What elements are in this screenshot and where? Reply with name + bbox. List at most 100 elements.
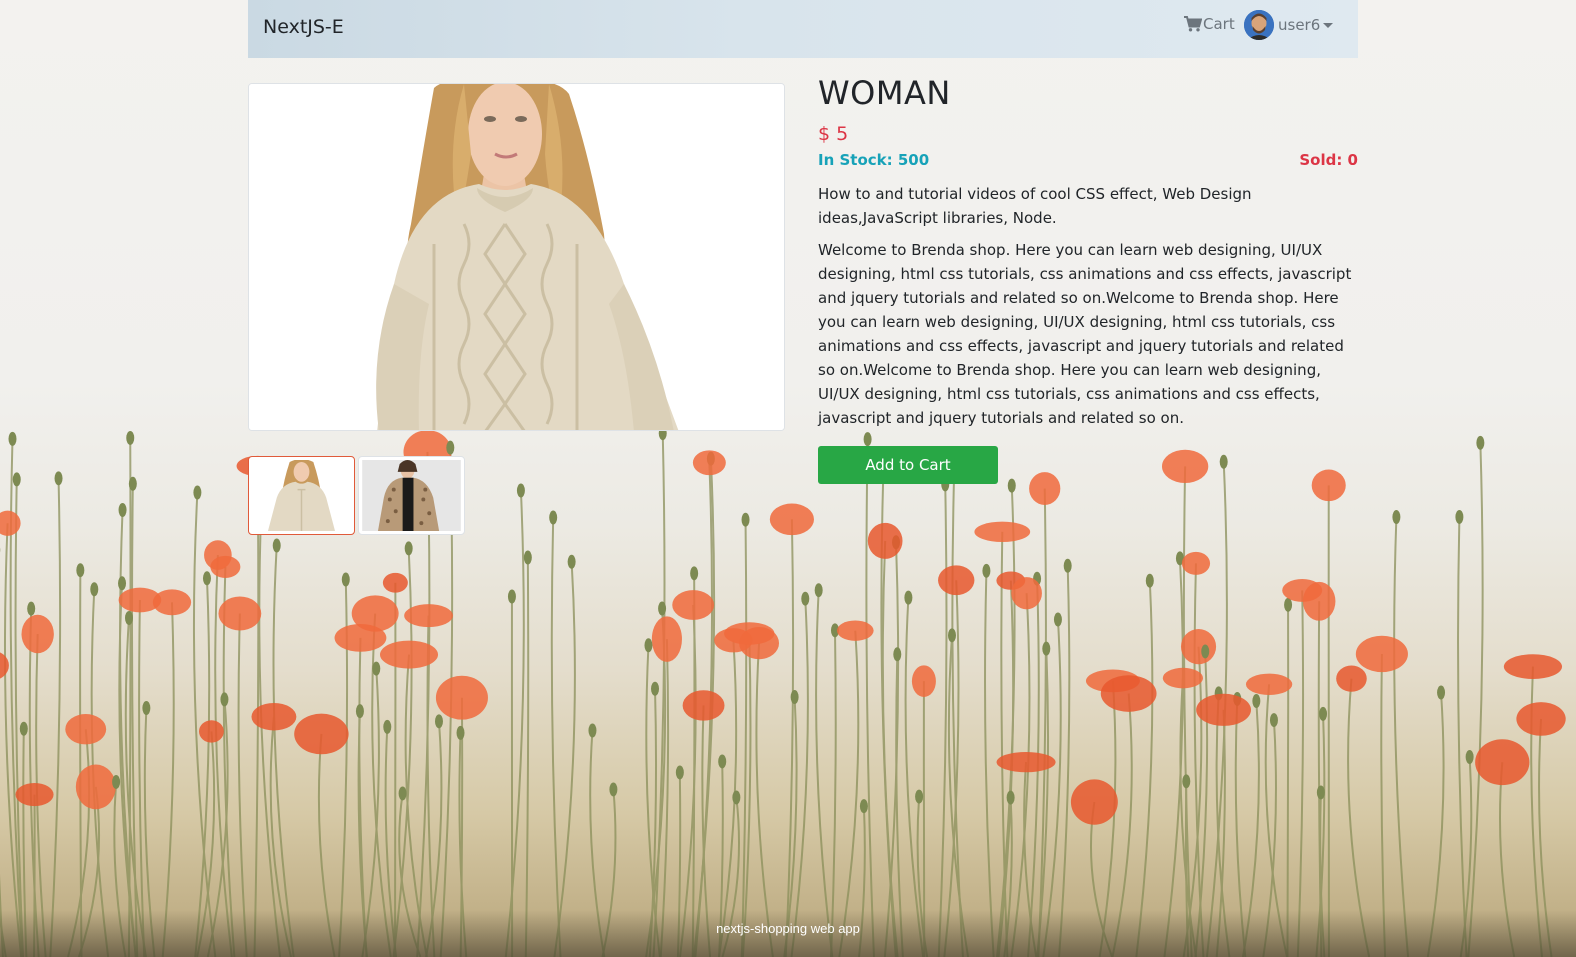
poppy-flower bbox=[404, 604, 453, 628]
meadow-stem bbox=[937, 484, 948, 957]
meadow-stem bbox=[524, 557, 530, 957]
poppy-flower bbox=[118, 587, 162, 613]
meadow-stem bbox=[1393, 516, 1410, 957]
poppy-flower bbox=[210, 555, 241, 578]
poppy-flower bbox=[692, 450, 726, 476]
poppy-bud bbox=[588, 723, 597, 738]
cart-link[interactable]: Cart bbox=[1184, 15, 1235, 33]
in-stock-label: In Stock: 500 bbox=[818, 151, 930, 169]
product-thumbnails bbox=[248, 456, 468, 535]
poppy-bud bbox=[202, 571, 211, 586]
poppy-bud bbox=[1269, 713, 1278, 728]
product-price: $ 5 bbox=[818, 123, 849, 145]
meadow-stem bbox=[815, 590, 834, 957]
meadow-stem bbox=[740, 519, 748, 957]
poppy-bud bbox=[982, 563, 991, 578]
meadow-stem bbox=[0, 873, 4, 957]
sold-label: Sold: 0 bbox=[1299, 151, 1358, 169]
poppy-flower bbox=[1355, 635, 1408, 673]
poppy-bud bbox=[644, 638, 653, 653]
top-navbar: NextJS-E Cart user6 bbox=[248, 0, 1358, 58]
poppy-bud bbox=[507, 589, 516, 604]
poppy-bud bbox=[801, 591, 810, 606]
poppy-flower bbox=[15, 783, 54, 807]
poppy-bud bbox=[523, 550, 532, 565]
meadow-stem bbox=[1286, 604, 1290, 957]
poppy-flower bbox=[911, 665, 936, 697]
poppy-bud bbox=[1319, 706, 1328, 721]
poppy-flower bbox=[1180, 629, 1217, 665]
poppy-bud bbox=[112, 774, 121, 789]
poppy-flower bbox=[938, 565, 975, 596]
poppy-bud bbox=[12, 472, 21, 487]
poppy-bud bbox=[516, 483, 525, 498]
poppy-bud bbox=[128, 476, 137, 491]
poppy-flower bbox=[75, 764, 116, 810]
meadow-stem bbox=[161, 602, 175, 957]
poppy-bud bbox=[549, 510, 558, 525]
poppy-bud bbox=[1182, 774, 1191, 789]
poppy-bud bbox=[434, 714, 443, 729]
poppy-flower bbox=[198, 720, 224, 743]
meadow-stem bbox=[49, 478, 62, 957]
poppy-bud bbox=[904, 590, 913, 605]
poppy-bud bbox=[1201, 644, 1210, 659]
poppy-flower bbox=[65, 714, 107, 745]
poppy-bud bbox=[8, 431, 17, 446]
poppy-flower bbox=[836, 620, 874, 641]
poppy-flower bbox=[1181, 551, 1211, 575]
poppy-bud bbox=[1006, 790, 1015, 805]
poppy-bud bbox=[1053, 612, 1062, 627]
poppy-bud bbox=[76, 563, 85, 578]
poppy-bud bbox=[947, 628, 956, 643]
poppy-bud bbox=[1392, 510, 1401, 525]
poppy-bud bbox=[1437, 685, 1446, 700]
poppy-flower bbox=[1245, 673, 1293, 695]
thumbnail-coat[interactable] bbox=[358, 456, 465, 535]
poppy-bud bbox=[27, 601, 36, 616]
meadow-stem bbox=[865, 439, 875, 957]
poppy-bud bbox=[790, 690, 799, 705]
poppy-bud bbox=[446, 440, 455, 455]
poppy-flower bbox=[380, 640, 439, 669]
cart-icon bbox=[1184, 16, 1202, 32]
poppy-bud bbox=[1145, 573, 1154, 588]
poppy-flower bbox=[251, 702, 297, 731]
meadow-stem bbox=[237, 613, 248, 957]
avatar bbox=[1244, 10, 1274, 40]
poppy-flower bbox=[1070, 779, 1118, 825]
poppy-flower bbox=[682, 690, 725, 721]
poppy-bud bbox=[19, 721, 28, 736]
meadow-stem bbox=[838, 630, 860, 957]
poppy-bud bbox=[456, 725, 465, 740]
caret-down-icon bbox=[1323, 23, 1334, 28]
poppy-bud bbox=[915, 789, 924, 804]
poppy-bud bbox=[372, 661, 381, 676]
poppy-bud bbox=[1252, 694, 1261, 709]
poppy-flower bbox=[435, 675, 488, 720]
meadow-stem bbox=[1467, 442, 1484, 957]
meadow-stem bbox=[1296, 590, 1305, 957]
poppy-flower bbox=[651, 616, 682, 662]
poppy-bud bbox=[609, 782, 618, 797]
poppy-bud bbox=[90, 582, 99, 597]
poppy-flower bbox=[1336, 665, 1367, 692]
thumbnail-sweater[interactable] bbox=[248, 456, 355, 535]
username-label: user6 bbox=[1278, 16, 1321, 34]
product-description: How to and tutorial videos of cool CSS e… bbox=[818, 185, 1252, 227]
meadow-stem bbox=[830, 630, 837, 957]
product-title: WOMAN bbox=[818, 74, 951, 112]
poppy-flower bbox=[1162, 667, 1204, 689]
poppy-bud bbox=[814, 583, 823, 598]
cart-label: Cart bbox=[1203, 15, 1235, 33]
poppy-flower bbox=[382, 572, 408, 593]
brand-link[interactable]: NextJS-E bbox=[263, 16, 344, 38]
poppy-bud bbox=[567, 554, 576, 569]
poppy-flower bbox=[21, 614, 54, 654]
poppy-bud bbox=[1455, 509, 1464, 524]
poppy-bud bbox=[355, 704, 364, 719]
meadow-stem bbox=[272, 545, 295, 957]
user-dropdown-toggle[interactable]: user6 bbox=[1244, 10, 1334, 40]
poppy-flower bbox=[724, 622, 775, 645]
add-to-cart-button[interactable]: Add to Cart bbox=[818, 446, 998, 484]
